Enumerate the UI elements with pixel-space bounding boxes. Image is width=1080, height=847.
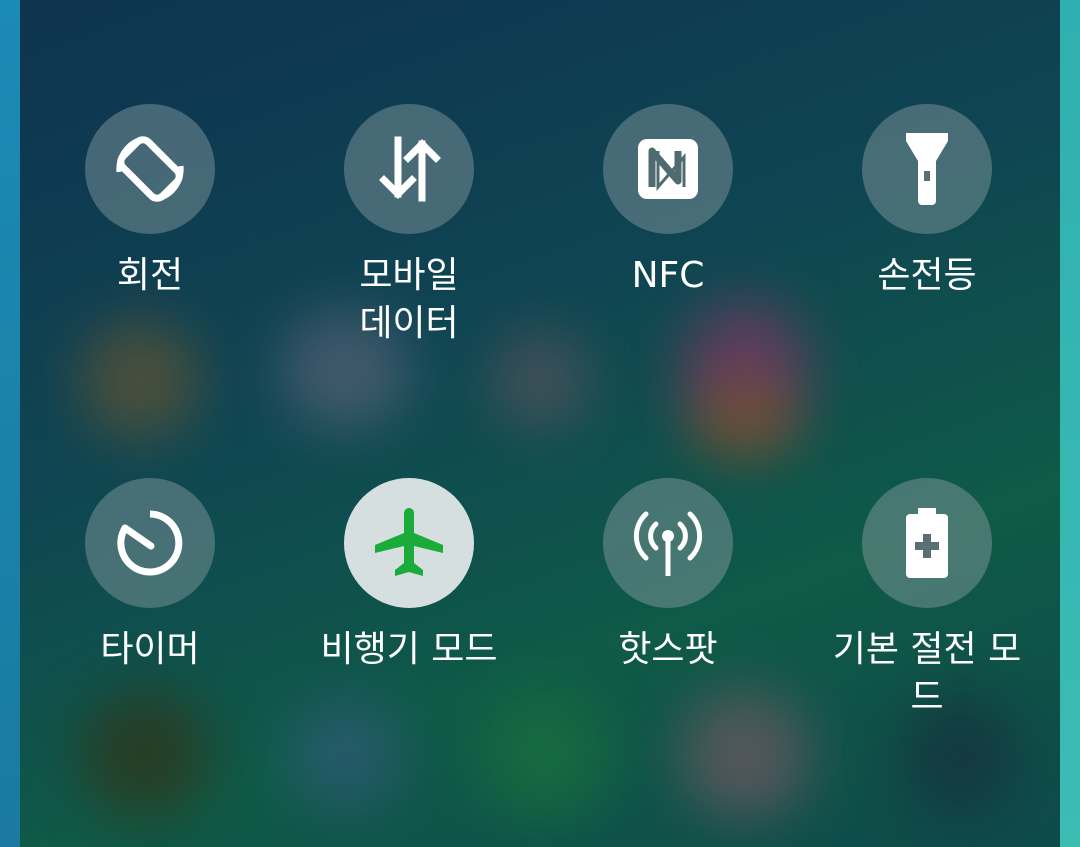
nfc-icon — [638, 139, 698, 199]
tile-rotation[interactable]: 회전 — [40, 104, 260, 300]
tile-battery-saver-button[interactable] — [862, 478, 992, 608]
tile-label: NFC — [631, 255, 705, 296]
hotspot-icon — [633, 511, 703, 576]
airplane-icon — [375, 508, 443, 576]
background-blur — [80, 320, 200, 440]
tile-mobile-data[interactable]: 모바일 데이터 — [299, 104, 519, 348]
background-blur — [80, 690, 210, 820]
tile-timer[interactable]: 타이머 — [40, 478, 260, 674]
background-blur — [480, 690, 610, 820]
panel-edge-left — [0, 0, 20, 847]
tile-mobile-data-button[interactable] — [344, 104, 474, 234]
tile-flashlight-button[interactable] — [862, 104, 992, 234]
tile-label: 회전 — [116, 255, 184, 296]
tile-hotspot[interactable]: 핫스팟 — [558, 478, 778, 674]
background-blur — [690, 380, 800, 460]
background-blur — [680, 690, 810, 820]
flashlight-icon — [906, 133, 948, 205]
panel-edge-right — [1060, 0, 1080, 847]
rotation-icon — [116, 136, 184, 202]
tile-label: 핫스팟 — [618, 629, 718, 670]
tile-label: 비행기 모드 — [320, 629, 498, 670]
tile-label: 타이머 — [100, 629, 200, 670]
tile-hotspot-button[interactable] — [603, 478, 733, 608]
tile-airplane-mode-button[interactable] — [344, 478, 474, 608]
mobile-data-icon — [379, 136, 441, 202]
tile-nfc[interactable]: NFC — [558, 104, 778, 300]
background-blur — [290, 700, 400, 810]
tile-airplane-mode[interactable]: 비행기 모드 — [299, 478, 519, 674]
tile-flashlight[interactable]: 손전등 — [817, 104, 1037, 300]
tile-rotation-button[interactable] — [85, 104, 215, 234]
tile-battery-saver[interactable]: 기본 절전 모드 — [817, 478, 1037, 722]
tile-timer-button[interactable] — [85, 478, 215, 608]
timer-icon — [117, 510, 183, 576]
battery-saver-icon — [906, 508, 948, 578]
tile-nfc-button[interactable] — [603, 104, 733, 234]
tile-label: 모바일 데이터 — [359, 255, 459, 344]
tile-label: 손전등 — [877, 255, 977, 296]
tile-label: 기본 절전 모드 — [832, 629, 1022, 718]
